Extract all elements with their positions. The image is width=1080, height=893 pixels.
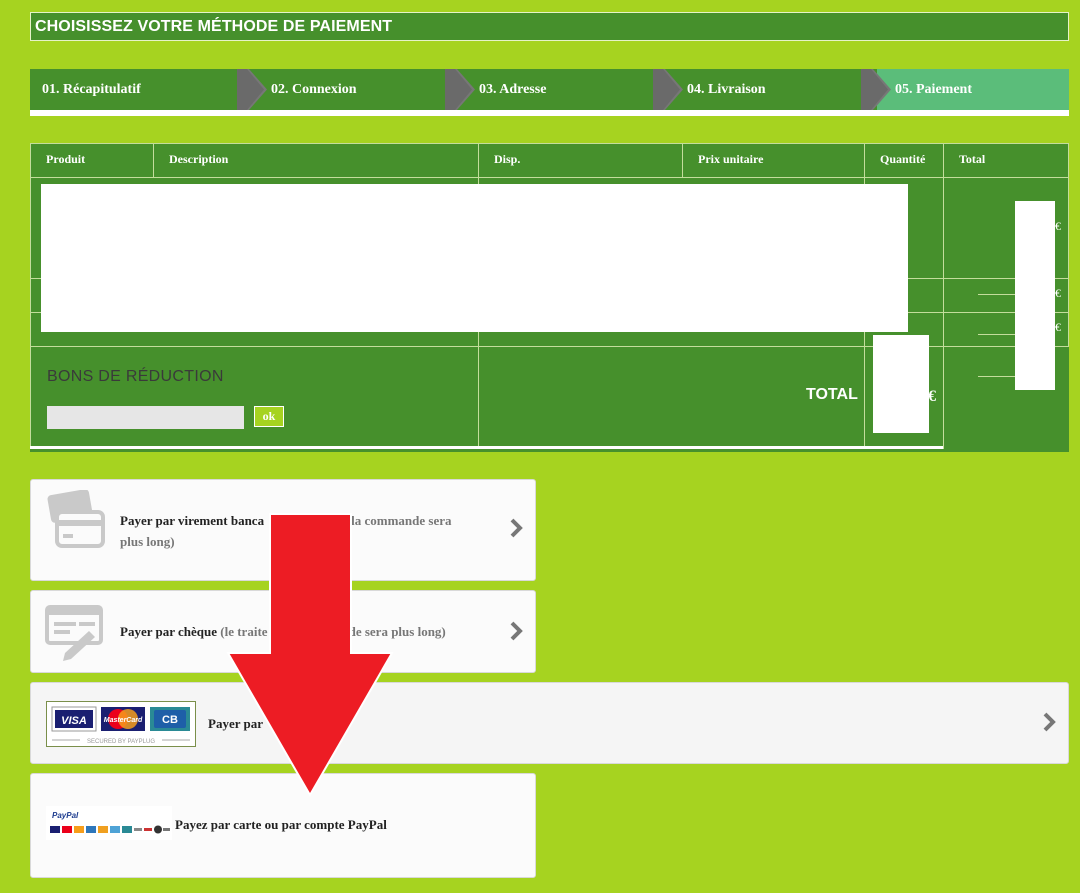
chevron-right-icon	[510, 518, 523, 538]
pay-card-payplug-option[interactable]: VISA MasterCard CB SECURED BY PAYPLUG Pa…	[30, 682, 1069, 764]
order-total-label: TOTAL	[806, 386, 858, 403]
pay-paypal-label: Payez par carte ou par compte PayPal	[175, 814, 387, 835]
table-border	[1068, 143, 1069, 347]
paypal-logo: PayPal	[46, 806, 172, 840]
currency-symbol: €	[1055, 320, 1061, 334]
currency-symbol: €	[928, 388, 936, 405]
payment-note: plus long)	[120, 534, 175, 549]
column-header-product: Produit	[46, 152, 86, 166]
voucher-title: BONS DE RÉDUCTION	[47, 368, 224, 385]
page-title: CHOISISSEZ VOTRE MÉTHODE DE PAIEMENT	[30, 12, 1069, 41]
chevron-right-icon	[510, 621, 523, 641]
currency-symbol: €	[1055, 286, 1061, 300]
column-header-total: Total	[959, 152, 986, 166]
paypal-logo-text: PayPal	[52, 811, 79, 820]
step-payment[interactable]: 05. Paiement	[877, 69, 1069, 110]
step-separator-arrow	[653, 69, 683, 110]
table-bottom-border	[30, 446, 943, 449]
card-brands-logo: VISA MasterCard CB SECURED BY PAYPLUG	[46, 701, 196, 747]
step-label: 02. Connexion	[271, 82, 357, 97]
step-label: 04. Livraison	[687, 82, 766, 97]
step-separator-arrow	[237, 69, 267, 110]
voucher-ok-button[interactable]: ok	[254, 406, 284, 427]
step-address[interactable]: 03. Adresse	[461, 69, 669, 110]
credit-card-icon	[47, 490, 105, 548]
currency-symbol: €	[1055, 219, 1061, 233]
payment-title: Payez par carte ou par compte PayPal	[175, 817, 387, 832]
redacted-total-value	[873, 335, 929, 433]
table-border	[30, 143, 31, 449]
step-label: 05. Paiement	[895, 82, 972, 97]
column-header-unit-price: Prix unitaire	[698, 152, 764, 166]
step-label: 01. Récapitulatif	[42, 82, 141, 97]
table-border	[30, 143, 1069, 144]
cheque-icon	[45, 605, 103, 661]
column-header-description: Description	[169, 152, 229, 166]
table-border	[978, 294, 1018, 295]
payment-title: Payer par chèque	[120, 624, 218, 639]
step-separator-arrow	[445, 69, 475, 110]
cb-logo-text: CB	[162, 714, 178, 726]
table-border	[682, 143, 683, 177]
column-header-availability: Disp.	[494, 152, 521, 166]
step-separator-arrow	[861, 69, 891, 110]
table-border	[943, 143, 944, 449]
visa-logo-text: VISA	[61, 715, 87, 727]
column-header-quantity: Quantité	[880, 152, 926, 166]
step-summary[interactable]: 01. Récapitulatif	[30, 69, 253, 110]
step-shipping[interactable]: 04. Livraison	[669, 69, 877, 110]
redacted-product-block	[41, 184, 908, 332]
mastercard-logo-text: MasterCard	[104, 717, 143, 724]
checkout-steps: 01. Récapitulatif 02. Connexion 03. Adre…	[30, 69, 1069, 116]
step-label: 03. Adresse	[479, 82, 547, 97]
table-border	[978, 334, 1018, 335]
table-border	[30, 177, 1069, 178]
table-border	[978, 376, 1018, 377]
red-arrow-annotation	[226, 513, 394, 797]
table-border	[153, 143, 154, 177]
voucher-code-input[interactable]	[47, 406, 244, 429]
secured-by-payplug-text: SECURED BY PAYPLUG	[87, 739, 155, 745]
redacted-line-totals	[1015, 201, 1055, 390]
step-login[interactable]: 02. Connexion	[253, 69, 461, 110]
chevron-right-icon	[1043, 712, 1056, 732]
